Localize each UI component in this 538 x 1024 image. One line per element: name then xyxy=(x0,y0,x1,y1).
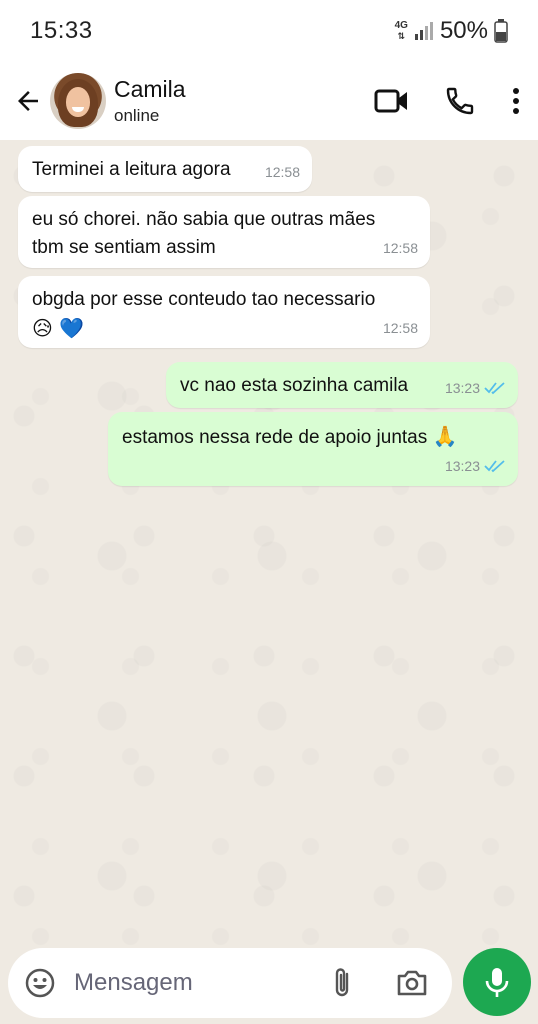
paperclip-icon xyxy=(335,968,349,997)
message-emojis: 😥 💙 xyxy=(32,316,85,340)
camera-icon xyxy=(397,970,427,996)
message-text: eu só chorei. não sabia que outras mães xyxy=(32,209,376,230)
message-emoji: 🙏 xyxy=(432,424,458,448)
more-vert-icon xyxy=(513,88,519,114)
battery-percent: 50% xyxy=(439,17,488,44)
message-bubble[interactable]: Terminei a leitura agora 12:58 xyxy=(18,146,312,192)
emoji-button[interactable] xyxy=(22,965,58,1001)
message-bubble[interactable]: obgda por esse conteudo tao necessario 😥… xyxy=(18,276,430,348)
network-indicator: 4G ⇅ xyxy=(394,20,408,42)
video-call-icon xyxy=(374,89,407,113)
avatar[interactable] xyxy=(50,73,106,129)
attach-button[interactable] xyxy=(320,961,364,1005)
message-bubble[interactable]: eu só chorei. não sabia que outras mães … xyxy=(18,196,430,268)
message-time: 12:58 xyxy=(382,320,418,336)
message-bubble[interactable]: vc nao esta sozinha camila 13:23 xyxy=(166,362,518,408)
message-text: Terminei a leitura agora xyxy=(32,159,231,180)
back-arrow-icon xyxy=(18,91,38,111)
chat-area[interactable]: Terminei a leitura agora 12:58 eu só cho… xyxy=(0,140,538,946)
battery-icon xyxy=(494,19,508,43)
read-ticks-icon xyxy=(484,460,505,473)
data-arrows-icon: ⇅ xyxy=(397,31,406,41)
message-bubble[interactable]: estamos nessa rede de apoio juntas 🙏 13:… xyxy=(108,412,518,486)
emoji-icon xyxy=(25,968,55,998)
header-actions xyxy=(358,77,538,125)
contact-name: Camila xyxy=(114,76,186,102)
avatar-face xyxy=(66,87,90,117)
message-text: tbm se sentiam assim xyxy=(32,237,216,258)
status-indicators: 4G ⇅ 50% xyxy=(395,17,508,45)
message-composer: Mensagem xyxy=(8,948,452,1018)
phone-icon xyxy=(446,87,474,115)
message-text: estamos nessa rede de apoio juntas xyxy=(122,427,428,448)
status-time: 15:33 xyxy=(30,17,93,44)
video-call-button[interactable] xyxy=(358,77,426,125)
message-meta: 13:23 xyxy=(445,452,506,480)
message-text: obgda por esse conteudo tao necessario xyxy=(32,289,376,310)
contact-info[interactable]: Camila online xyxy=(114,76,358,126)
voice-call-button[interactable] xyxy=(426,77,494,125)
contact-status: online xyxy=(114,106,160,125)
message-time: 13:23 xyxy=(444,380,480,396)
read-ticks-icon xyxy=(484,382,505,395)
camera-button[interactable] xyxy=(390,961,434,1005)
chat-header: Camila online xyxy=(0,62,538,140)
message-time: 12:58 xyxy=(264,164,300,180)
status-bar: 15:33 4G ⇅ 50% xyxy=(0,0,538,62)
more-options-button[interactable] xyxy=(494,77,538,125)
signal-icon xyxy=(414,22,433,40)
network-type: 4G xyxy=(394,20,408,31)
message-time: 13:23 xyxy=(444,458,480,474)
message-input[interactable]: Mensagem xyxy=(74,969,320,997)
back-button[interactable] xyxy=(4,77,52,125)
message-meta: 13:23 xyxy=(445,374,506,402)
voice-message-button[interactable] xyxy=(463,948,531,1016)
message-time: 12:58 xyxy=(382,240,418,256)
mic-icon xyxy=(485,968,509,997)
message-text: vc nao esta sozinha camila xyxy=(180,375,409,396)
